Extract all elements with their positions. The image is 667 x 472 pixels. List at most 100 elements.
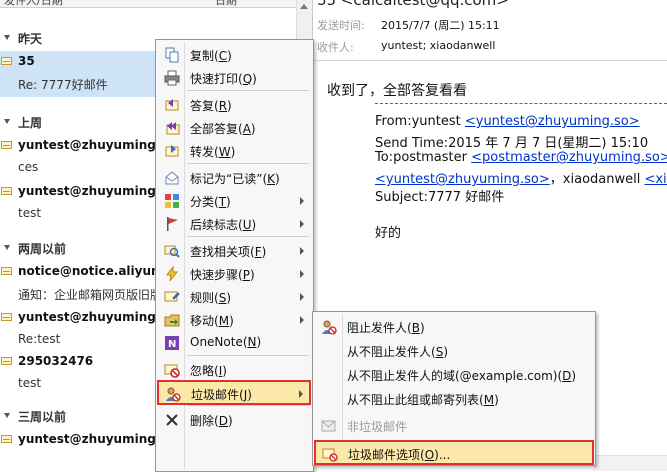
categorize-icon [164, 193, 180, 209]
junk-submenu-item-5[interactable]: 垃圾邮件选项(O)... [314, 440, 594, 465]
to-link[interactable]: <postmaster@zhuyuming.so> [471, 150, 667, 165]
menu-item-junk[interactable]: 垃圾邮件(J) [157, 380, 311, 405]
submenu-item-label: 从不阻止发件人的域(@example.com)(D) [347, 369, 577, 383]
to-label: 收件人: [317, 41, 354, 54]
move-icon [164, 312, 180, 328]
menu-item-label: 删除(D) [190, 414, 233, 428]
collapse-triangle-icon[interactable] [4, 413, 10, 418]
body-text: 收到了，全部答复看看 [327, 83, 467, 99]
quote-greeting: 好的 [375, 226, 402, 241]
menu-item-rules[interactable]: 规则(S) [158, 285, 310, 308]
quick-steps-icon [164, 265, 180, 282]
menu-separator [187, 236, 309, 237]
menu-item-move[interactable]: 移动(M) [158, 308, 310, 331]
menu-item-label: 垃圾邮件(J) [191, 388, 252, 402]
message-sender: yuntest@zhuyuming.so [18, 138, 176, 152]
onenote-icon: N [164, 335, 180, 351]
junk-submenu-item-2[interactable]: 从不阻止发件人的域(@example.com)(D) [315, 363, 593, 386]
message-sender: 35 [18, 54, 35, 68]
junk-submenu-item-1[interactable]: 从不阻止发件人(S) [315, 339, 593, 362]
menu-separator [187, 163, 309, 164]
submenu-arrow-icon [299, 390, 303, 398]
from-link[interactable]: <yuntest@zhuyuming.so> [465, 114, 640, 129]
sent-label: 发送时间: [317, 19, 365, 32]
collapse-triangle-icon[interactable] [4, 245, 10, 250]
submenu-arrow-icon [300, 316, 304, 324]
junk-submenu-item-0[interactable]: 阻止发件人(B) [315, 315, 593, 338]
quote-subject: Subject:7777 好邮件 [375, 190, 505, 205]
ignore-icon [164, 362, 180, 378]
envelope-icon [1, 267, 12, 275]
collapse-triangle-icon[interactable] [4, 119, 10, 124]
menu-item-find-related[interactable]: 查找相关项(F) [158, 239, 310, 262]
header-date[interactable]: 日期 [215, 0, 237, 7]
menu-item-label: 复制(C) [190, 49, 232, 63]
menu-item-ignore[interactable]: 忽略(I) [158, 358, 310, 381]
menu-item-flag[interactable]: 后续标志(U) [158, 212, 310, 235]
menu-item-delete[interactable]: 删除(D) [158, 408, 310, 431]
header-from-date[interactable]: 发件人/日期 [4, 0, 63, 7]
message-sender: yuntest@zhuyuming.so [18, 432, 176, 446]
context-menu: 复制(C) 快速打印(Q) 答复(R) 全部答复(A) 转发(W) 标记为“已读”(K) 分… [155, 39, 314, 472]
menu-item-label: 快速打印(Q) [190, 72, 257, 86]
menu-item-label: OneNote(N) [190, 335, 262, 349]
menu-item-label: 快速步骤(P) [190, 268, 255, 282]
list-column-header[interactable]: 发件人/日期 日期 [0, 0, 296, 8]
menu-item-onenote[interactable]: N OneNote(N) [158, 331, 310, 354]
menu-item-label: 规则(S) [190, 291, 232, 305]
reply-all-icon [164, 120, 180, 136]
message-subject: test [18, 376, 42, 390]
status-area [593, 455, 667, 471]
message-subject: 35 <calcaltest@qq.com> [317, 0, 509, 9]
menu-item-forward[interactable]: 转发(W) [158, 139, 310, 162]
submenu-item-label: 从不阻止发件人(S) [347, 345, 449, 359]
message-sender: yuntest@zhuyuming.so [18, 184, 176, 198]
quote-cc: <yuntest@zhuyuming.so>，xiaodanwell <xiao [375, 168, 667, 187]
menu-item-mark-read[interactable]: 标记为“已读”(K) [158, 166, 310, 189]
group-label: 两周以前 [18, 242, 67, 256]
menu-item-reply-all[interactable]: 全部答复(A) [158, 116, 310, 139]
menu-item-label: 标记为“已读”(K) [190, 172, 280, 186]
scroll-up-icon[interactable] [300, 4, 308, 9]
quote-send-time: Send Time:2015 年 7 月 7 日(星期二) 15:10 [375, 136, 649, 151]
envelope-icon [1, 357, 12, 365]
menu-item-label: 后续标志(U) [190, 218, 257, 232]
message-header: 35 <calcaltest@qq.com> 发送时间: 2015/7/7 (周… [313, 0, 667, 61]
submenu-arrow-icon [300, 270, 304, 278]
submenu-arrow-icon [300, 197, 304, 205]
menu-item-copy[interactable]: 复制(C) [158, 43, 310, 66]
group-label: 上周 [18, 116, 43, 130]
message-subject: Re: 7777好邮件 [18, 78, 108, 92]
message-subject: test [18, 206, 42, 220]
rules-icon [164, 289, 180, 305]
envelope-icon [1, 141, 12, 149]
quote-from: From:yuntest <yuntest@zhuyuming.so> [375, 114, 640, 129]
sent-value: 2015/7/7 (周二) 15:11 [381, 19, 500, 32]
collapse-triangle-icon[interactable] [4, 35, 10, 40]
junk-submenu: 阻止发件人(B) 从不阻止发件人(S) 从不阻止发件人的域(@example.com… [312, 311, 596, 466]
menu-item-reply[interactable]: 答复(R) [158, 93, 310, 116]
submenu-item-label: 垃圾邮件选项(O)... [348, 448, 451, 462]
to-value: yuntest; xiaodanwell [381, 39, 496, 52]
menu-item-quick-steps[interactable]: 快速步骤(P) [158, 262, 310, 285]
submenu-arrow-icon [300, 293, 304, 301]
cc-link[interactable]: <yuntest@zhuyuming.so> [375, 172, 550, 187]
menu-item-print[interactable]: 快速打印(Q) [158, 66, 310, 89]
cc-link-2[interactable]: <xiao [644, 172, 667, 187]
group-label: 三周以前 [18, 410, 67, 424]
forward-icon [164, 143, 180, 159]
menu-item-categorize[interactable]: 分类(T) [158, 189, 310, 212]
reply-icon [164, 97, 180, 113]
junk-submenu-item-3[interactable]: 从不阻止此组或邮寄列表(M) [315, 387, 593, 410]
junk-submenu-item-4: 非垃圾邮件 [315, 414, 593, 437]
submenu-arrow-icon [300, 247, 304, 255]
find-related-icon [164, 243, 180, 259]
junk-icon [165, 386, 181, 402]
print-icon [164, 70, 180, 86]
menu-item-label: 分类(T) [190, 195, 231, 209]
menu-item-label: 忽略(I) [190, 364, 227, 378]
submenu-item-label: 非垃圾邮件 [347, 420, 408, 434]
submenu-arrow-icon [300, 220, 304, 228]
menu-separator [187, 355, 309, 356]
svg-text:N: N [168, 339, 176, 350]
